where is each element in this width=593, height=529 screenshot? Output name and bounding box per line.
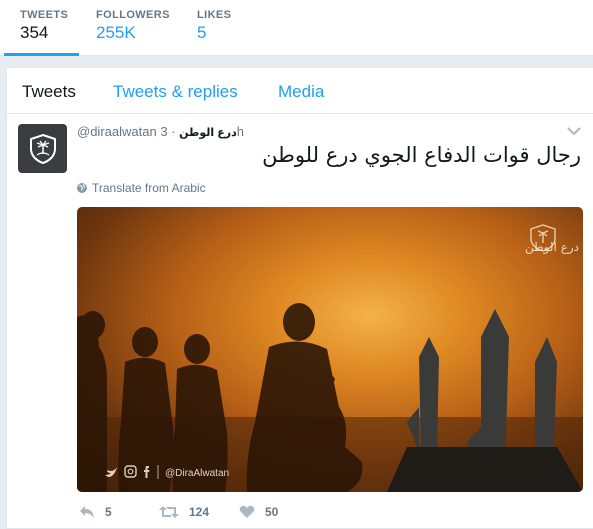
stat-likes[interactable]: LIKES 5 xyxy=(181,0,251,56)
chevron-down-icon[interactable] xyxy=(567,126,581,136)
tweet-author-name[interactable]: درع الوطن xyxy=(179,127,237,139)
tweet-handle[interactable]: @diraalwatan xyxy=(77,124,157,139)
like-button[interactable]: 50 xyxy=(239,505,278,519)
media-scene: @DiraAlwatan درع الوطن xyxy=(77,224,583,492)
media-watermark: درع الوطن xyxy=(525,240,579,255)
translate-label: Translate from Arabic xyxy=(92,181,206,195)
tab-tweets-and-replies[interactable]: Tweets & replies xyxy=(113,82,238,102)
stat-followers[interactable]: FOLLOWERS 255K xyxy=(80,0,170,56)
stat-likes-label: LIKES xyxy=(197,9,232,21)
reply-count: 5 xyxy=(105,505,112,519)
profile-stats-nav: TWEETS 354 FOLLOWERS 255K LIKES 5 xyxy=(0,0,593,56)
stat-likes-value: 5 xyxy=(197,23,207,42)
globe-icon xyxy=(77,183,87,193)
tweet-media-video[interactable]: @DiraAlwatan درع الوطن xyxy=(77,207,583,492)
like-count: 50 xyxy=(265,505,279,519)
timeline-tabs: Tweets Tweets & replies Media xyxy=(7,68,593,114)
tweet-header: @diraalwatan درع الوطن · 3h xyxy=(77,124,244,139)
stat-tweets-value: 354 xyxy=(20,23,49,42)
retweet-button[interactable]: 124 xyxy=(159,505,209,519)
stat-followers-value: 255K xyxy=(96,23,136,42)
tab-tweets[interactable]: Tweets xyxy=(22,82,76,102)
timeline-card: Tweets Tweets & replies Media @diraalwat… xyxy=(6,67,593,529)
tweet-actions: 5 124 50 xyxy=(77,505,477,525)
tweet-separator: · xyxy=(171,124,176,139)
stat-tweets[interactable]: TWEETS 354 xyxy=(4,0,79,56)
tab-media[interactable]: Media xyxy=(278,82,324,102)
tweet-text: رجال قوات الدفاع الجوي درع للوطن xyxy=(262,143,581,167)
avatar[interactable] xyxy=(18,124,67,173)
retweet-count: 124 xyxy=(189,505,210,519)
translate-link[interactable]: Translate from Arabic xyxy=(76,181,206,195)
reply-icon xyxy=(80,506,94,518)
retweet-icon xyxy=(159,506,179,518)
stat-tweets-label: TWEETS xyxy=(20,9,69,21)
media-social-handle: @DiraAlwatan xyxy=(165,468,229,479)
reply-button[interactable]: 5 xyxy=(79,505,112,519)
shield-palm-logo-icon xyxy=(29,133,56,164)
stat-followers-label: FOLLOWERS xyxy=(96,9,170,21)
heart-icon xyxy=(239,505,255,518)
